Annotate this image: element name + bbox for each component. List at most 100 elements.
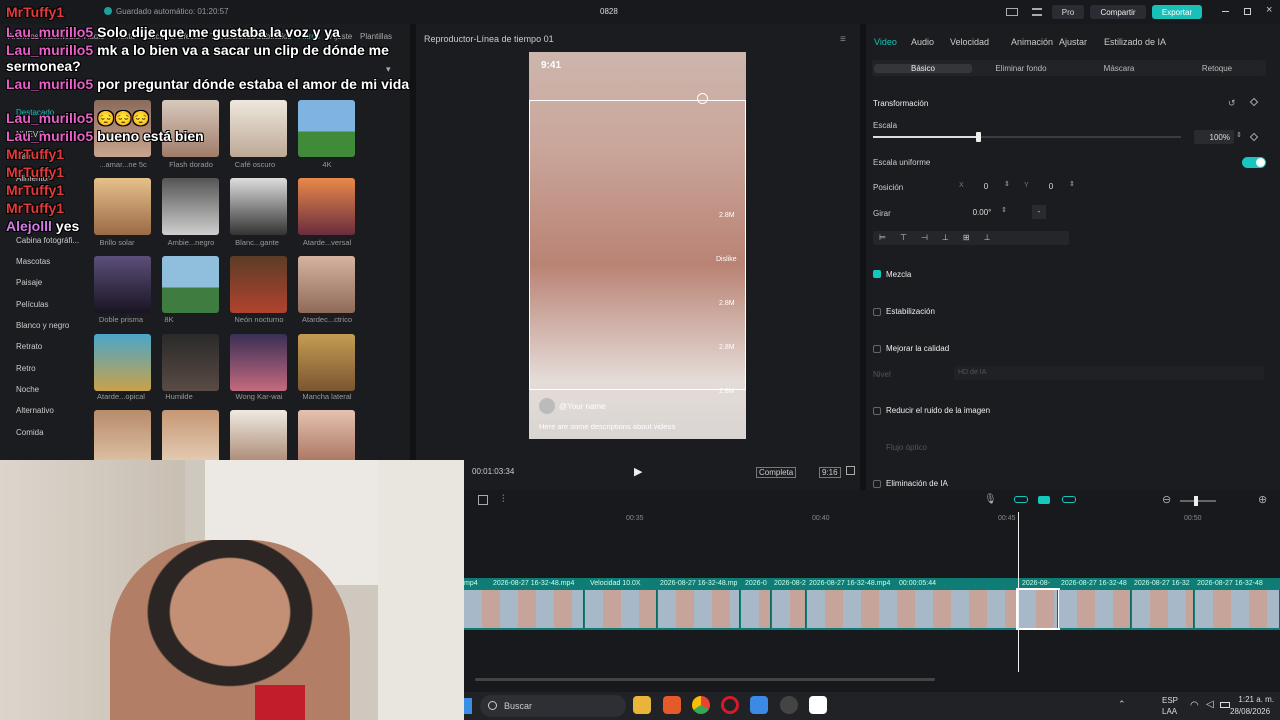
minimize-icon[interactable]	[1222, 11, 1229, 12]
clock-time[interactable]: 1:21 a. m.	[1234, 695, 1274, 704]
category-alternative[interactable]: Alternativo	[16, 406, 54, 415]
audio-wave-icon[interactable]: ⫶	[502, 494, 505, 505]
battery-icon[interactable]	[1220, 702, 1230, 708]
play-button[interactable]: ▶	[634, 465, 642, 478]
blend-label[interactable]: Mezcla	[886, 270, 911, 279]
close-icon[interactable]: ×	[1266, 4, 1272, 16]
filter-thumb[interactable]	[230, 256, 287, 313]
filter-thumb[interactable]	[298, 410, 355, 467]
uniform-scale-toggle[interactable]	[1242, 157, 1266, 168]
filter-thumb[interactable]	[230, 410, 287, 467]
filter-thumb[interactable]	[94, 410, 151, 467]
video-clip[interactable]	[807, 590, 1017, 628]
obs-icon[interactable]	[780, 696, 798, 714]
category-pets[interactable]: Mascotas	[16, 257, 50, 266]
zoom-slider[interactable]	[1180, 496, 1216, 506]
y-position-field[interactable]: 0	[1031, 179, 1071, 193]
hidden-icons-chevron[interactable]: ⌃	[1118, 699, 1126, 710]
mic-icon[interactable]: 🎙	[984, 494, 997, 505]
timeline-scrollbar[interactable]	[475, 678, 935, 681]
tab-audio-props[interactable]: Audio	[911, 37, 934, 47]
export-button[interactable]: Exportar	[1152, 5, 1202, 19]
reset-icon[interactable]: ↺	[1228, 98, 1236, 109]
tab-adjust-props[interactable]: Ajustar	[1059, 37, 1087, 47]
menu-icon[interactable]: ≡	[840, 34, 846, 45]
fullscreen-icon[interactable]	[846, 466, 855, 475]
scale-slider[interactable]	[873, 132, 1181, 142]
keyframe-icon[interactable]	[1249, 97, 1259, 107]
lang-secondary[interactable]: LAA	[1162, 707, 1177, 716]
video-clip[interactable]	[464, 590, 584, 628]
filter-thumb[interactable]	[162, 256, 219, 313]
stabilization-label[interactable]: Estabilización	[886, 307, 935, 316]
taskbar-search[interactable]: Buscar	[480, 695, 626, 717]
playhead[interactable]	[1018, 512, 1019, 672]
quality-label[interactable]: Mejorar la calidad	[886, 344, 949, 353]
x-position-field[interactable]: 0	[966, 179, 1006, 193]
subtab-basic[interactable]: Básico	[874, 64, 972, 73]
layout-icon[interactable]	[1006, 8, 1018, 16]
selection-frame[interactable]	[529, 100, 746, 390]
subtab-retouch[interactable]: Retoque	[1168, 64, 1266, 73]
video-clip[interactable]	[658, 590, 740, 628]
noise-checkbox[interactable]	[873, 407, 881, 415]
volume-icon[interactable]: ◁	[1206, 699, 1214, 710]
category-bw[interactable]: Blanco y negro	[16, 321, 69, 330]
share-button[interactable]: Compartir	[1090, 5, 1146, 19]
category-movies[interactable]: Películas	[16, 300, 48, 309]
full-quality-toggle[interactable]: Completa	[756, 467, 797, 478]
scale-value-field[interactable]: 100%	[1194, 130, 1234, 144]
video-clip[interactable]	[741, 590, 771, 628]
x-stepper[interactable]: ⇕	[1004, 180, 1010, 188]
video-preview[interactable]: 9:41 2.8M Dislike 2.8M 2.8M 2.8M @Your n…	[529, 52, 746, 439]
scale-stepper[interactable]: ⇕	[1236, 131, 1242, 139]
list-icon[interactable]	[1032, 8, 1042, 16]
lang-primary[interactable]: ESP	[1162, 696, 1178, 705]
tab-animation[interactable]: Animación	[1011, 37, 1053, 47]
noise-label[interactable]: Reducir el ruido de la imagen	[886, 406, 990, 415]
quality-checkbox[interactable]	[873, 345, 881, 353]
zoom-out-icon[interactable]: ⊖	[1162, 493, 1171, 506]
filter-thumb[interactable]	[94, 256, 151, 313]
category-food-2[interactable]: Comida	[16, 428, 44, 437]
maximize-icon[interactable]	[1244, 8, 1251, 15]
clock-date[interactable]: 28/08/2026	[1230, 707, 1270, 716]
filter-thumb[interactable]	[162, 410, 219, 467]
store-icon[interactable]	[750, 696, 768, 714]
video-clip[interactable]	[1132, 590, 1194, 628]
filter-thumb[interactable]	[298, 256, 355, 313]
capcut-icon[interactable]	[809, 696, 827, 714]
category-landscape[interactable]: Paisaje	[16, 278, 42, 287]
video-clip[interactable]	[772, 590, 806, 628]
scale-slider-handle[interactable]	[975, 132, 981, 142]
brave-icon[interactable]	[663, 696, 681, 714]
opera-icon[interactable]	[721, 696, 739, 714]
video-clip-selected[interactable]	[1016, 588, 1060, 630]
video-clip[interactable]	[1195, 590, 1280, 628]
wifi-icon[interactable]: ◠	[1190, 700, 1199, 711]
magnet-icon[interactable]	[1038, 496, 1050, 504]
zoom-in-icon[interactable]: ⊕	[1258, 493, 1267, 506]
video-clip[interactable]	[1059, 590, 1131, 628]
subtab-mask[interactable]: Máscara	[1070, 64, 1168, 73]
transform-heading[interactable]: Transformación	[873, 99, 928, 108]
split-icon[interactable]	[478, 495, 488, 505]
y-stepper[interactable]: ⇕	[1069, 180, 1075, 188]
file-explorer-icon[interactable]	[633, 696, 651, 714]
tab-video[interactable]: Video	[874, 37, 897, 47]
flip-button[interactable]: -	[1032, 205, 1046, 219]
stabilization-checkbox[interactable]	[873, 308, 881, 316]
rotate-field[interactable]: 0.00°	[962, 205, 1002, 219]
video-clip[interactable]	[585, 590, 657, 628]
rotate-stepper[interactable]: ⇕	[1001, 206, 1007, 214]
category-portrait[interactable]: Retrato	[16, 342, 42, 351]
keyframe-icon[interactable]	[1249, 132, 1259, 142]
snap-icon[interactable]	[1062, 496, 1076, 503]
windows-start-icon[interactable]	[464, 698, 472, 714]
level-select[interactable]: HD de IA	[954, 366, 1264, 380]
tab-speed[interactable]: Velocidad	[950, 37, 989, 47]
filter-thumb[interactable]	[162, 334, 219, 391]
filter-thumb[interactable]	[230, 334, 287, 391]
category-night[interactable]: Noche	[16, 385, 39, 394]
pro-button[interactable]: Pro	[1052, 5, 1084, 19]
